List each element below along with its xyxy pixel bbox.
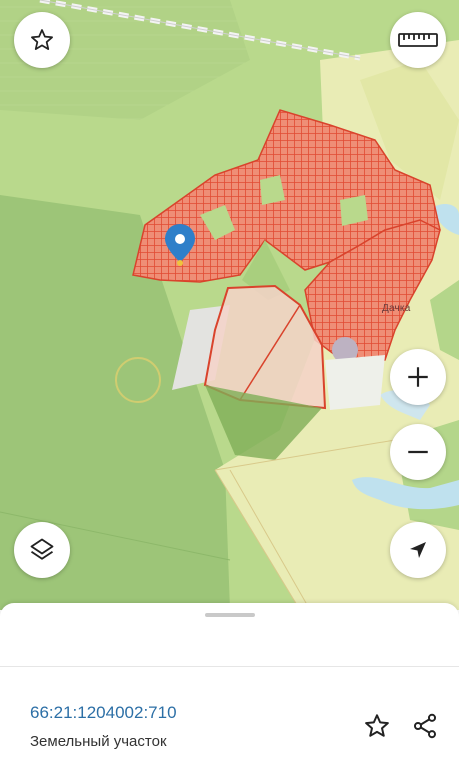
my-location-button[interactable] xyxy=(390,522,446,578)
navigation-arrow-icon xyxy=(410,542,426,558)
plus-icon xyxy=(408,367,428,387)
layers-button[interactable] xyxy=(14,522,70,578)
zoom-in-button[interactable] xyxy=(390,349,446,405)
ruler-icon xyxy=(398,33,438,47)
parcel-type: Земельный участок xyxy=(30,733,167,750)
bare-ground xyxy=(325,355,385,410)
settlement-label: Дачка xyxy=(382,303,411,314)
share-button[interactable] xyxy=(408,709,442,743)
map-view[interactable]: Дачка xyxy=(0,0,459,610)
star-outline-icon xyxy=(365,714,389,737)
cadastral-number[interactable]: 66:21:1204002:710 xyxy=(30,703,177,723)
favorite-button[interactable] xyxy=(14,12,70,68)
sheet-favorite-button[interactable] xyxy=(360,709,394,743)
layers-icon xyxy=(30,538,54,560)
sheet-drag-handle[interactable] xyxy=(205,613,255,617)
zoom-out-button[interactable] xyxy=(390,424,446,480)
parcel-info-sheet[interactable]: 66:21:1204002:710 Земельный участок xyxy=(0,603,459,768)
sheet-divider xyxy=(0,666,459,667)
ruler-button[interactable] xyxy=(390,12,446,68)
minus-icon xyxy=(408,450,428,454)
star-outline-icon xyxy=(31,29,53,50)
share-icon xyxy=(413,713,437,739)
